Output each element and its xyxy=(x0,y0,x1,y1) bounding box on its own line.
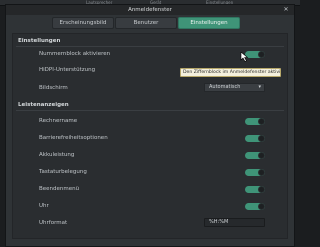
screen-select-value: Automatisch xyxy=(209,84,241,90)
indicator-toggle-battery[interactable] xyxy=(245,152,265,159)
section-title-panel-indicators: Leistenanzeigen xyxy=(18,102,69,108)
tab-bar: Erscheinungsbild Benutzer Einstellungen xyxy=(52,17,241,29)
settings-panel: Einstellungen Nummernblock aktivieren Hi… xyxy=(12,33,288,239)
divider xyxy=(16,46,284,47)
numlock-label: Nummernblock aktivieren xyxy=(39,51,111,57)
close-icon[interactable]: ✕ xyxy=(283,7,289,13)
indicator-label-keyboard-layout: Tastaturbelegung xyxy=(39,169,87,175)
window-titlebar[interactable]: Anmeldefenster ✕ xyxy=(6,5,294,15)
divider xyxy=(16,110,284,111)
toggle-knob xyxy=(258,203,265,210)
indicator-toggle-hostname[interactable] xyxy=(245,118,265,125)
toggle-knob xyxy=(258,51,265,58)
indicator-toggle-keyboard-layout[interactable] xyxy=(245,169,265,176)
hidpi-label: HiDPI-Unterstützung xyxy=(39,67,96,73)
toggle-knob xyxy=(258,169,265,176)
indicator-toggle-accessibility[interactable] xyxy=(245,135,265,142)
indicator-label-hostname: Rechnername xyxy=(39,118,78,124)
indicator-label-shutdown-menu: Beendenmenü xyxy=(39,186,80,192)
toggle-knob xyxy=(258,152,265,159)
clock-format-input[interactable]: %H:%M xyxy=(204,218,265,227)
indicator-label-clock: Uhr xyxy=(39,203,49,209)
screen-select[interactable]: Automatisch ▾ xyxy=(204,83,265,92)
toggle-knob xyxy=(258,135,265,142)
indicator-toggle-clock[interactable] xyxy=(245,203,265,210)
login-window-settings-dialog: Anmeldefenster ✕ Erscheinungsbild Benutz… xyxy=(5,4,295,247)
numlock-tooltip: Den Ziffernblock im Anmeldefenster aktiv… xyxy=(180,68,281,77)
indicator-label-accessibility: Barrierefreiheitsoptionen xyxy=(39,135,108,141)
screen-label: Bildschirm xyxy=(39,85,68,91)
toggle-knob xyxy=(258,186,265,193)
section-title-settings: Einstellungen xyxy=(18,38,61,44)
chevron-down-icon: ▾ xyxy=(258,84,261,90)
clock-format-label: Uhrformat xyxy=(39,220,68,226)
indicator-toggle-shutdown-menu[interactable] xyxy=(245,186,265,193)
toggle-knob xyxy=(258,118,265,125)
tab-settings[interactable]: Einstellungen xyxy=(178,17,240,29)
tab-users[interactable]: Benutzer xyxy=(115,17,177,29)
indicator-label-battery: Akkuleistung xyxy=(39,152,75,158)
mouse-cursor-icon xyxy=(240,52,249,62)
tab-appearance[interactable]: Erscheinungsbild xyxy=(52,17,114,29)
window-title: Anmeldefenster xyxy=(128,7,172,13)
